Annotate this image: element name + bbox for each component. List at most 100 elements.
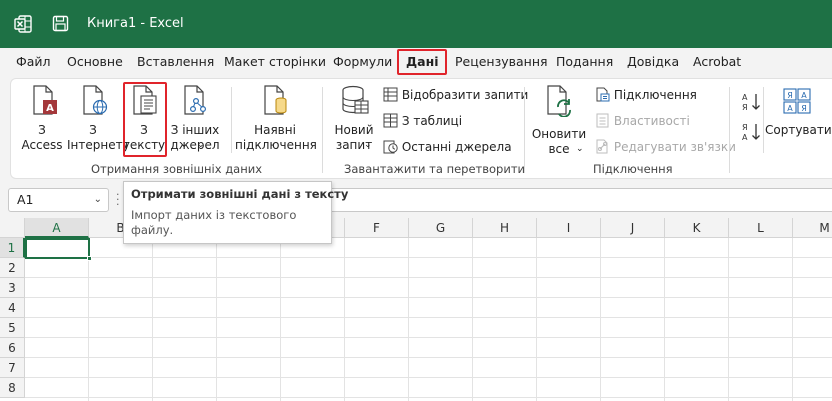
ribbon-area: A З Access З Інтернету З тексту З інших … (0, 78, 832, 182)
svg-text:А: А (787, 104, 793, 113)
grid-line (25, 397, 832, 398)
column-header[interactable]: F (345, 218, 409, 238)
show-queries-icon (383, 87, 398, 102)
connections-button[interactable]: Підключення (595, 85, 697, 105)
window-title: Книга1 - Excel (87, 16, 184, 31)
properties-button[interactable]: Властивості (595, 111, 690, 131)
row-header[interactable]: 8 (0, 378, 25, 398)
row-header[interactable]: 7 (0, 358, 25, 378)
column-header[interactable]: L (729, 218, 793, 238)
select-all-corner[interactable] (0, 218, 25, 238)
from-access-label: З Access (21, 123, 63, 152)
name-box-value: A1 (17, 192, 34, 207)
save-icon[interactable] (52, 15, 69, 32)
tab-insert[interactable]: Вставлення (137, 54, 214, 69)
column-header[interactable]: K (665, 218, 729, 238)
new-query-icon (342, 85, 369, 114)
column-header[interactable]: I (537, 218, 601, 238)
worksheet-grid[interactable]: ABCDEFGHIJKLM12345678 (0, 218, 832, 401)
connections-label: Підключення (613, 88, 697, 102)
name-box[interactable]: A1 ⌄ (8, 188, 109, 212)
ribbon-tabs: Файл Основне Вставлення Макет сторінки Ф… (0, 48, 832, 78)
svg-text:А: А (801, 91, 807, 100)
edit-links-icon (596, 139, 608, 154)
svg-text:Я: Я (742, 103, 748, 112)
sort-a-to-z-icon[interactable]: A Я (741, 91, 763, 113)
new-query-button[interactable]: Новий запит ⌄ (329, 83, 379, 159)
column-header[interactable]: J (601, 218, 665, 238)
more-options-icon[interactable]: · · · (116, 189, 120, 210)
access-file-icon: A (33, 85, 57, 115)
existing-connections-icon (264, 85, 287, 115)
tab-formulas[interactable]: Формули (333, 54, 392, 69)
svg-text:Я: Я (742, 123, 748, 132)
ribbon-separator (729, 87, 730, 173)
show-queries-button[interactable]: Відобразити запити (383, 85, 528, 105)
chevron-down-icon: ⌄ (364, 140, 372, 150)
web-file-icon (83, 85, 108, 115)
tab-acrobat[interactable]: Acrobat (693, 54, 741, 69)
tab-review[interactable]: Рецензування (455, 54, 548, 69)
group-label-get-transform: Завантажити та перетворити (344, 162, 526, 176)
ribbon-separator (322, 87, 323, 173)
column-header[interactable]: H (473, 218, 537, 238)
recent-sources-icon (383, 140, 398, 154)
edit-links-button[interactable]: Редагувати зв'язки (595, 137, 736, 157)
fill-handle[interactable] (87, 256, 92, 261)
column-header[interactable]: A (25, 218, 89, 238)
svg-text:A: A (742, 93, 748, 102)
from-access-button[interactable]: A З Access (17, 83, 67, 159)
recent-sources-label: Останні джерела (401, 140, 512, 154)
tab-home[interactable]: Основне (67, 54, 123, 69)
from-other-sources-button[interactable]: З інших джерел ⌄ (169, 83, 221, 159)
from-web-button[interactable]: З Інтернету (67, 83, 130, 159)
tab-page-layout[interactable]: Макет сторінки (224, 54, 326, 69)
tab-view[interactable]: Подання (556, 54, 613, 69)
table-icon (383, 113, 398, 128)
from-table-button[interactable]: З таблиці (383, 111, 462, 131)
ribbon-separator (763, 87, 764, 153)
formula-input[interactable] (300, 188, 832, 212)
properties-icon (596, 113, 609, 128)
from-other-sources-label: З інших джерел (170, 123, 220, 152)
ribbon-separator (231, 87, 232, 153)
row-header[interactable]: 2 (0, 258, 25, 278)
grid-line (25, 377, 832, 378)
row-header[interactable]: 6 (0, 338, 25, 358)
row-header[interactable]: 1 (0, 238, 25, 258)
active-cell[interactable] (25, 238, 90, 259)
group-label-get-external-data: Отримання зовнішніх даних (91, 162, 262, 176)
sort-icon: Я А А Я (783, 88, 811, 114)
chevron-down-icon[interactable]: ⌄ (94, 189, 102, 211)
grid-line (25, 317, 832, 318)
existing-connections-label: Наявні підключення (235, 123, 317, 152)
tab-help[interactable]: Довідка (627, 54, 679, 69)
row-header[interactable]: 5 (0, 318, 25, 338)
properties-label: Властивості (613, 114, 690, 128)
sort-label: Сортувати (765, 123, 832, 137)
tooltip-title: Отримати зовнішні дані з тексту (131, 187, 349, 201)
grid-line (25, 257, 832, 258)
svg-text:A: A (46, 103, 54, 114)
row-header[interactable]: 4 (0, 298, 25, 318)
row-header[interactable]: 3 (0, 278, 25, 298)
tab-file[interactable]: Файл (16, 54, 51, 69)
group-label-connections: Підключення (593, 162, 673, 176)
connections-icon (596, 87, 610, 102)
tooltip-body: Імпорт даних із текстового файлу. (131, 208, 297, 237)
grid-line (25, 297, 832, 298)
tooltip: Отримати зовнішні дані з тексту Імпорт д… (123, 181, 349, 244)
grid-line (25, 277, 832, 278)
sort-z-to-a-icon[interactable]: Я A (741, 121, 763, 143)
existing-connections-button[interactable]: Наявні підключення (235, 83, 317, 159)
sort-button[interactable]: Я А А Я Сортувати (765, 83, 832, 159)
svg-text:Я: Я (801, 104, 807, 113)
data-tab-highlight (397, 49, 447, 75)
refresh-all-button[interactable]: Оновити все ⌄ (531, 83, 587, 159)
from-web-label: З Інтернету (67, 123, 130, 152)
other-sources-icon (184, 85, 207, 115)
column-header[interactable]: G (409, 218, 473, 238)
show-queries-label: Відобразити запити (401, 88, 529, 102)
column-header[interactable]: M (793, 218, 832, 238)
recent-sources-button[interactable]: Останні джерела (383, 137, 512, 157)
